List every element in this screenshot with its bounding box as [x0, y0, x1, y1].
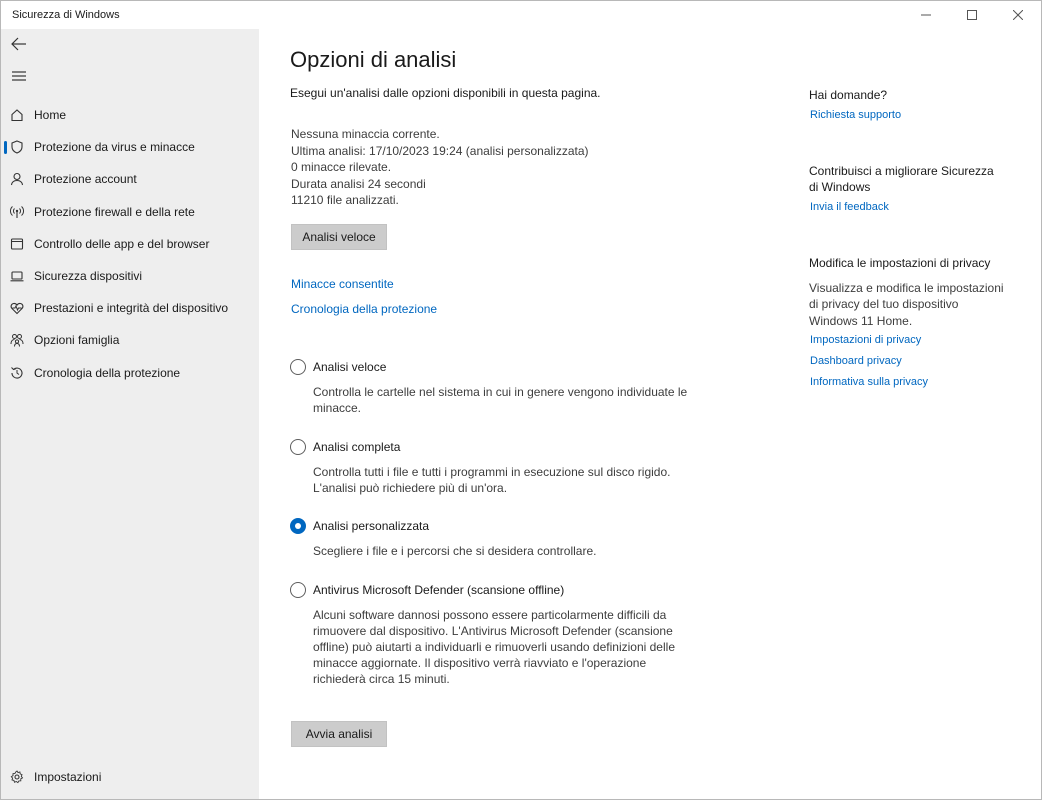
privacy-settings-link[interactable]: Impostazioni di privacy	[810, 334, 921, 346]
page-subtitle: Esegui un'analisi dalle opzioni disponib…	[290, 86, 601, 100]
status-line: Nessuna minaccia corrente.	[291, 127, 440, 141]
maximize-icon	[967, 10, 977, 20]
protection-history-link[interactable]: Cronologia della protezione	[291, 302, 437, 316]
app-title: Sicurezza di Windows	[12, 9, 120, 21]
feedback-link[interactable]: Invia il feedback	[810, 201, 889, 213]
back-arrow-icon	[11, 37, 26, 51]
option-description: Alcuni software dannosi possono essere p…	[313, 608, 675, 686]
radio-label: Antivirus Microsoft Defender (scansione …	[313, 583, 565, 597]
antenna-icon	[10, 205, 24, 219]
heart-pulse-icon	[10, 301, 24, 315]
sidebar: Home Protezione da virus e minacce Prote…	[1, 29, 259, 799]
scan-option-full: Analisi completa Controlla tutti i file …	[290, 438, 690, 496]
option-description: Scegliere i file e i percorsi che si des…	[313, 544, 597, 558]
scan-status: Nessuna minaccia corrente. Ultima analis…	[291, 126, 589, 209]
sidebar-item-device-health[interactable]: Prestazioni e integrità del dispositivo	[1, 292, 259, 324]
support-link[interactable]: Richiesta supporto	[810, 109, 901, 121]
scan-option-quick: Analisi veloce Controlla le cartelle nel…	[290, 358, 690, 416]
sidebar-item-firewall[interactable]: Protezione firewall e della rete	[1, 196, 259, 228]
window-controls	[903, 1, 1041, 29]
sidebar-item-label: Protezione da virus e minacce	[34, 140, 195, 155]
gear-icon	[10, 770, 24, 784]
radio-label: Analisi veloce	[313, 360, 387, 374]
main-content: Opzioni di analisi Esegui un'analisi dal…	[259, 29, 799, 799]
sidebar-item-family-options[interactable]: Opzioni famiglia	[1, 324, 259, 356]
app-window-icon	[10, 237, 24, 251]
radio-label: Analisi personalizzata	[313, 519, 430, 533]
sidebar-item-label: Sicurezza dispositivi	[34, 269, 143, 284]
family-icon	[10, 333, 24, 347]
radio-row[interactable]: Analisi veloce	[290, 358, 690, 376]
sidebar-item-label: Protezione firewall e della rete	[34, 204, 195, 219]
sidebar-item-device-security[interactable]: Sicurezza dispositivi	[1, 260, 259, 292]
status-line: 0 minacce rilevate.	[291, 160, 392, 174]
nav-list: Home Protezione da virus e minacce Prote…	[1, 99, 259, 389]
person-icon	[10, 172, 24, 186]
option-description: Controlla le cartelle nel sistema in cui…	[313, 385, 688, 415]
privacy-statement-link[interactable]: Informativa sulla privacy	[810, 376, 928, 388]
radio-button[interactable]	[290, 439, 306, 455]
sidebar-item-label: Protezione account	[34, 172, 137, 187]
improve-heading: Contribuisci a migliorare Sicurezza di W…	[809, 164, 994, 194]
sidebar-item-label: Prestazioni e integrità del dispositivo	[34, 301, 229, 316]
sidebar-item-account-protection[interactable]: Protezione account	[1, 163, 259, 195]
app-window: Sicurezza di Windows Home Protezione da …	[0, 0, 1042, 800]
home-icon	[10, 108, 24, 122]
title-bar: Sicurezza di Windows	[1, 1, 1041, 29]
privacy-dashboard-link[interactable]: Dashboard privacy	[810, 355, 902, 367]
questions-heading: Hai domande?	[809, 88, 888, 102]
sidebar-item-app-browser-control[interactable]: Controllo delle app e del browser	[1, 228, 259, 260]
radio-row[interactable]: Antivirus Microsoft Defender (scansione …	[290, 581, 690, 599]
status-line: Ultima analisi: 17/10/2023 19:24 (analis…	[291, 143, 589, 158]
privacy-heading: Modifica le impostazioni di privacy	[809, 256, 991, 270]
scan-option-offline: Antivirus Microsoft Defender (scansione …	[290, 581, 690, 687]
sidebar-item-virus-protection[interactable]: Protezione da virus e minacce	[1, 131, 259, 163]
close-button[interactable]	[995, 1, 1041, 29]
status-line: 11210 file analizzati.	[291, 193, 399, 207]
shield-icon	[10, 140, 24, 154]
radio-button[interactable]	[290, 582, 306, 598]
sidebar-item-home[interactable]: Home	[1, 99, 259, 131]
option-description: Controlla tutti i file e tutti i program…	[313, 465, 671, 495]
minimize-button[interactable]	[903, 1, 949, 29]
radio-label: Analisi completa	[313, 440, 401, 454]
back-button[interactable]	[5, 30, 33, 58]
scan-option-custom: Analisi personalizzata Scegliere i file …	[290, 517, 690, 559]
sidebar-item-settings[interactable]: Impostazioni	[1, 761, 259, 793]
start-scan-button[interactable]: Avvia analisi	[291, 721, 387, 747]
radio-button[interactable]	[290, 359, 306, 375]
privacy-description: Visualizza e modifica le impostazioni di…	[809, 281, 1004, 328]
allowed-threats-link[interactable]: Minacce consentite	[291, 277, 394, 291]
laptop-icon	[10, 269, 24, 283]
sidebar-item-label: Controllo delle app e del browser	[34, 236, 210, 251]
sidebar-item-label: Home	[34, 108, 67, 123]
radio-row[interactable]: Analisi completa	[290, 438, 690, 456]
history-icon	[10, 366, 24, 380]
sidebar-item-label: Cronologia della protezione	[34, 365, 181, 380]
minimize-icon	[921, 14, 931, 16]
radio-button-selected[interactable]	[290, 518, 306, 534]
menu-button[interactable]	[5, 62, 33, 90]
page-title: Opzioni di analisi	[290, 47, 457, 72]
sidebar-item-protection-history[interactable]: Cronologia della protezione	[1, 357, 259, 389]
status-line: Durata analisi 24 secondi	[291, 176, 426, 191]
settings-label: Impostazioni	[34, 770, 102, 784]
quick-scan-button[interactable]: Analisi veloce	[291, 224, 387, 250]
maximize-button[interactable]	[949, 1, 995, 29]
close-icon	[1013, 10, 1023, 20]
radio-dot	[295, 523, 301, 529]
sidebar-item-label: Opzioni famiglia	[34, 333, 120, 348]
radio-row[interactable]: Analisi personalizzata	[290, 517, 690, 535]
hamburger-icon	[12, 71, 26, 81]
